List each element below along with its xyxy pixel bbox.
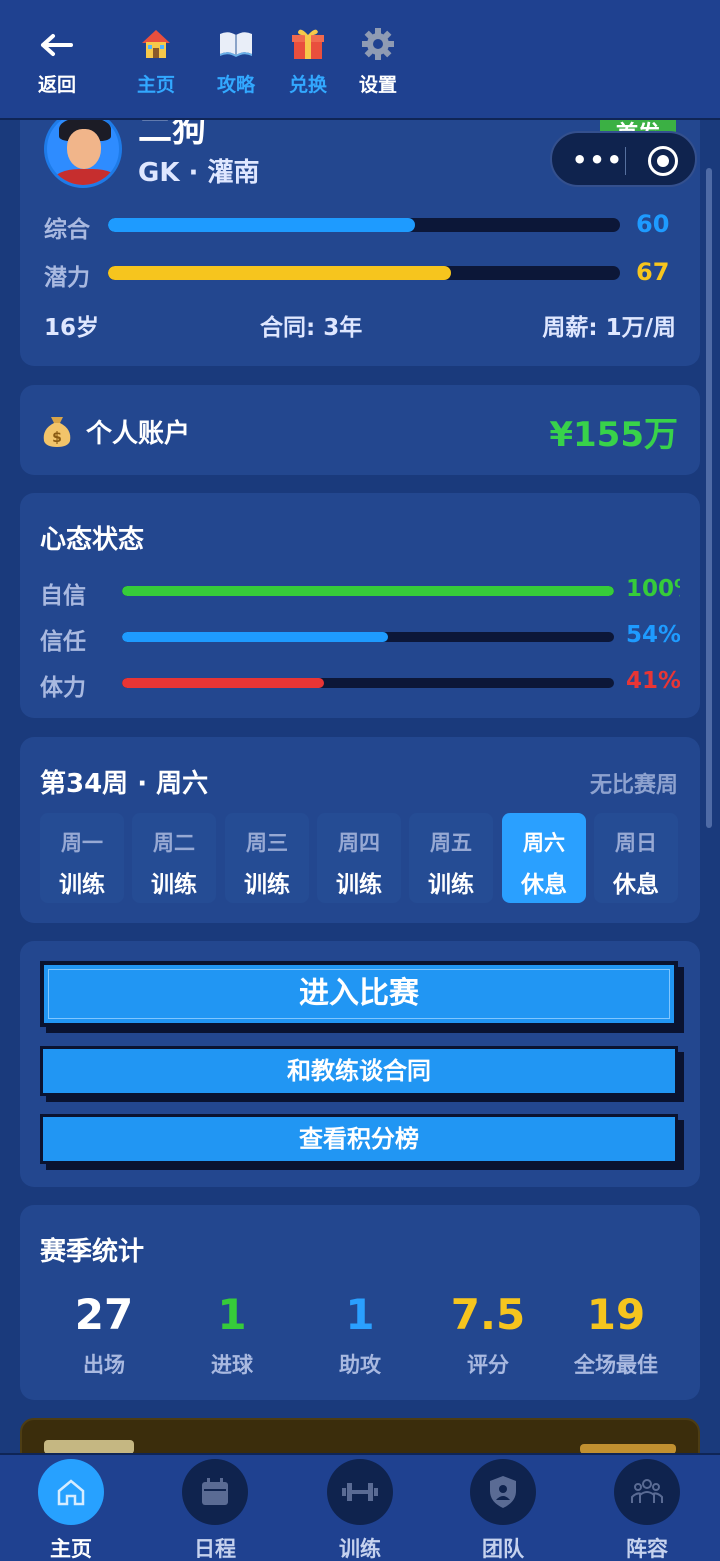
player-avatar xyxy=(44,110,122,188)
player-contract: 合同: 3年 xyxy=(260,315,363,341)
standings-button[interactable]: 查看积分榜 xyxy=(40,1114,678,1164)
nav-settings[interactable]: 设置 xyxy=(352,26,404,97)
book-icon xyxy=(210,26,262,64)
stat-potential: 潜力 67 xyxy=(44,258,684,291)
gear-icon xyxy=(352,26,404,64)
tab-home[interactable]: 主页 xyxy=(16,1459,126,1561)
mentality-stamina: 体力 41% xyxy=(40,668,680,701)
week-card: 第34周 · 周六 无比赛周 周一 训练 周二 训练 周三 训练 周四 训练 周五 训练 … xyxy=(20,737,700,923)
stat-rating: 7.5 评分 xyxy=(450,1290,526,1377)
stat-value: 67 xyxy=(636,258,670,286)
day-wed[interactable]: 周三 训练 xyxy=(225,813,309,903)
close-target-icon[interactable] xyxy=(648,146,678,176)
stat-track xyxy=(108,266,620,280)
stat-mvp: 19 全场最佳 xyxy=(574,1290,658,1377)
day-mon[interactable]: 周一 训练 xyxy=(40,813,124,903)
capsule-divider xyxy=(625,147,626,175)
shield-icon xyxy=(470,1459,536,1525)
dumbbell-icon xyxy=(327,1459,393,1525)
stat-label: 综合 xyxy=(44,217,90,243)
mentality-value: 100% xyxy=(626,576,680,602)
stat-fill xyxy=(108,266,452,280)
tab-lineup[interactable]: 阵容 xyxy=(592,1459,702,1561)
stat-label: 潜力 xyxy=(44,265,90,291)
more-icon[interactable]: ••• xyxy=(572,146,624,174)
miniprogram-capsule: ••• xyxy=(550,131,697,187)
tab-training[interactable]: 训练 xyxy=(305,1459,415,1561)
stat-overall: 综合 60 xyxy=(44,210,684,243)
mentality-title: 心态状态 xyxy=(40,525,145,555)
lineup-icon xyxy=(614,1459,680,1525)
stat-value: 60 xyxy=(636,210,670,238)
top-nav-bar: 返回 主页 攻略 兑换 设置 xyxy=(0,0,720,120)
day-fri[interactable]: 周五 训练 xyxy=(409,813,493,903)
svg-text:$: $ xyxy=(52,430,62,446)
player-age: 16岁 xyxy=(44,315,100,341)
bottom-nav-bar: 主页 日程 训练 团队 阵容 xyxy=(0,1453,720,1561)
mentality-value: 41% xyxy=(626,668,680,694)
gift-icon xyxy=(282,26,334,64)
enter-match-button[interactable]: 进入比赛 xyxy=(40,961,678,1027)
account-card[interactable]: $ 个人账户 ¥155万 xyxy=(20,385,700,475)
day-sun[interactable]: 周日 休息 xyxy=(594,813,678,903)
mentality-label: 自信 xyxy=(40,583,86,609)
account-title: 个人账户 xyxy=(86,419,191,449)
player-position-club: GK · 灌南 xyxy=(138,158,260,188)
mentality-card: 心态状态 自信 100% 信任 54% 体力 41% xyxy=(20,493,700,718)
mentality-track xyxy=(122,678,614,688)
money-bag-icon: $ xyxy=(40,413,74,457)
day-sat[interactable]: 周六 休息 xyxy=(502,813,586,903)
account-balance: ¥155万 xyxy=(549,415,678,455)
nav-home[interactable]: 主页 xyxy=(130,26,182,97)
back-arrow-icon xyxy=(28,26,86,64)
week-status: 无比赛周 xyxy=(589,773,678,798)
tab-schedule[interactable]: 日程 xyxy=(160,1459,270,1561)
mentality-value: 54% xyxy=(626,622,680,648)
back-button[interactable]: 返回 xyxy=(28,26,86,97)
actions-card: 进入比赛 和教练谈合同 查看积分榜 xyxy=(20,941,700,1187)
day-tue[interactable]: 周二 训练 xyxy=(132,813,216,903)
tab-team[interactable]: 团队 xyxy=(448,1459,558,1561)
nav-guide-label: 攻略 xyxy=(216,74,255,96)
stat-track xyxy=(108,218,620,232)
house-icon xyxy=(130,26,182,64)
nav-home-label: 主页 xyxy=(136,74,175,96)
scrollbar[interactable] xyxy=(706,168,712,828)
stat-goals: 1 进球 xyxy=(211,1290,253,1377)
mentality-track xyxy=(122,586,614,596)
nav-redeem-label: 兑换 xyxy=(288,74,327,96)
contract-talk-button[interactable]: 和教练谈合同 xyxy=(40,1046,678,1096)
mentality-fill xyxy=(122,586,614,596)
mentality-trust: 信任 54% xyxy=(40,622,680,655)
nav-redeem[interactable]: 兑换 xyxy=(282,26,334,97)
player-salary: 周薪: 1万/周 xyxy=(542,315,676,341)
season-title: 赛季统计 xyxy=(40,1237,145,1267)
stat-assists: 1 助攻 xyxy=(339,1290,381,1377)
calendar-icon xyxy=(182,1459,248,1525)
home-icon xyxy=(38,1459,104,1525)
season-card: 赛季统计 27 出场 1 进球 1 助攻 7.5 评分 19 全场最佳 xyxy=(20,1205,700,1400)
mentality-label: 体力 xyxy=(40,675,86,701)
mentality-fill xyxy=(122,678,324,688)
nav-settings-label: 设置 xyxy=(358,74,397,96)
mentality-label: 信任 xyxy=(40,629,86,655)
mentality-fill xyxy=(122,632,388,642)
nav-guide[interactable]: 攻略 xyxy=(210,26,262,97)
back-label: 返回 xyxy=(37,74,76,96)
mentality-track xyxy=(122,632,614,642)
week-title: 第34周 · 周六 xyxy=(40,769,209,799)
day-thu[interactable]: 周四 训练 xyxy=(317,813,401,903)
stat-appearances: 27 出场 xyxy=(74,1290,134,1377)
mentality-confidence: 自信 100% xyxy=(40,576,680,609)
stat-fill xyxy=(108,218,416,232)
